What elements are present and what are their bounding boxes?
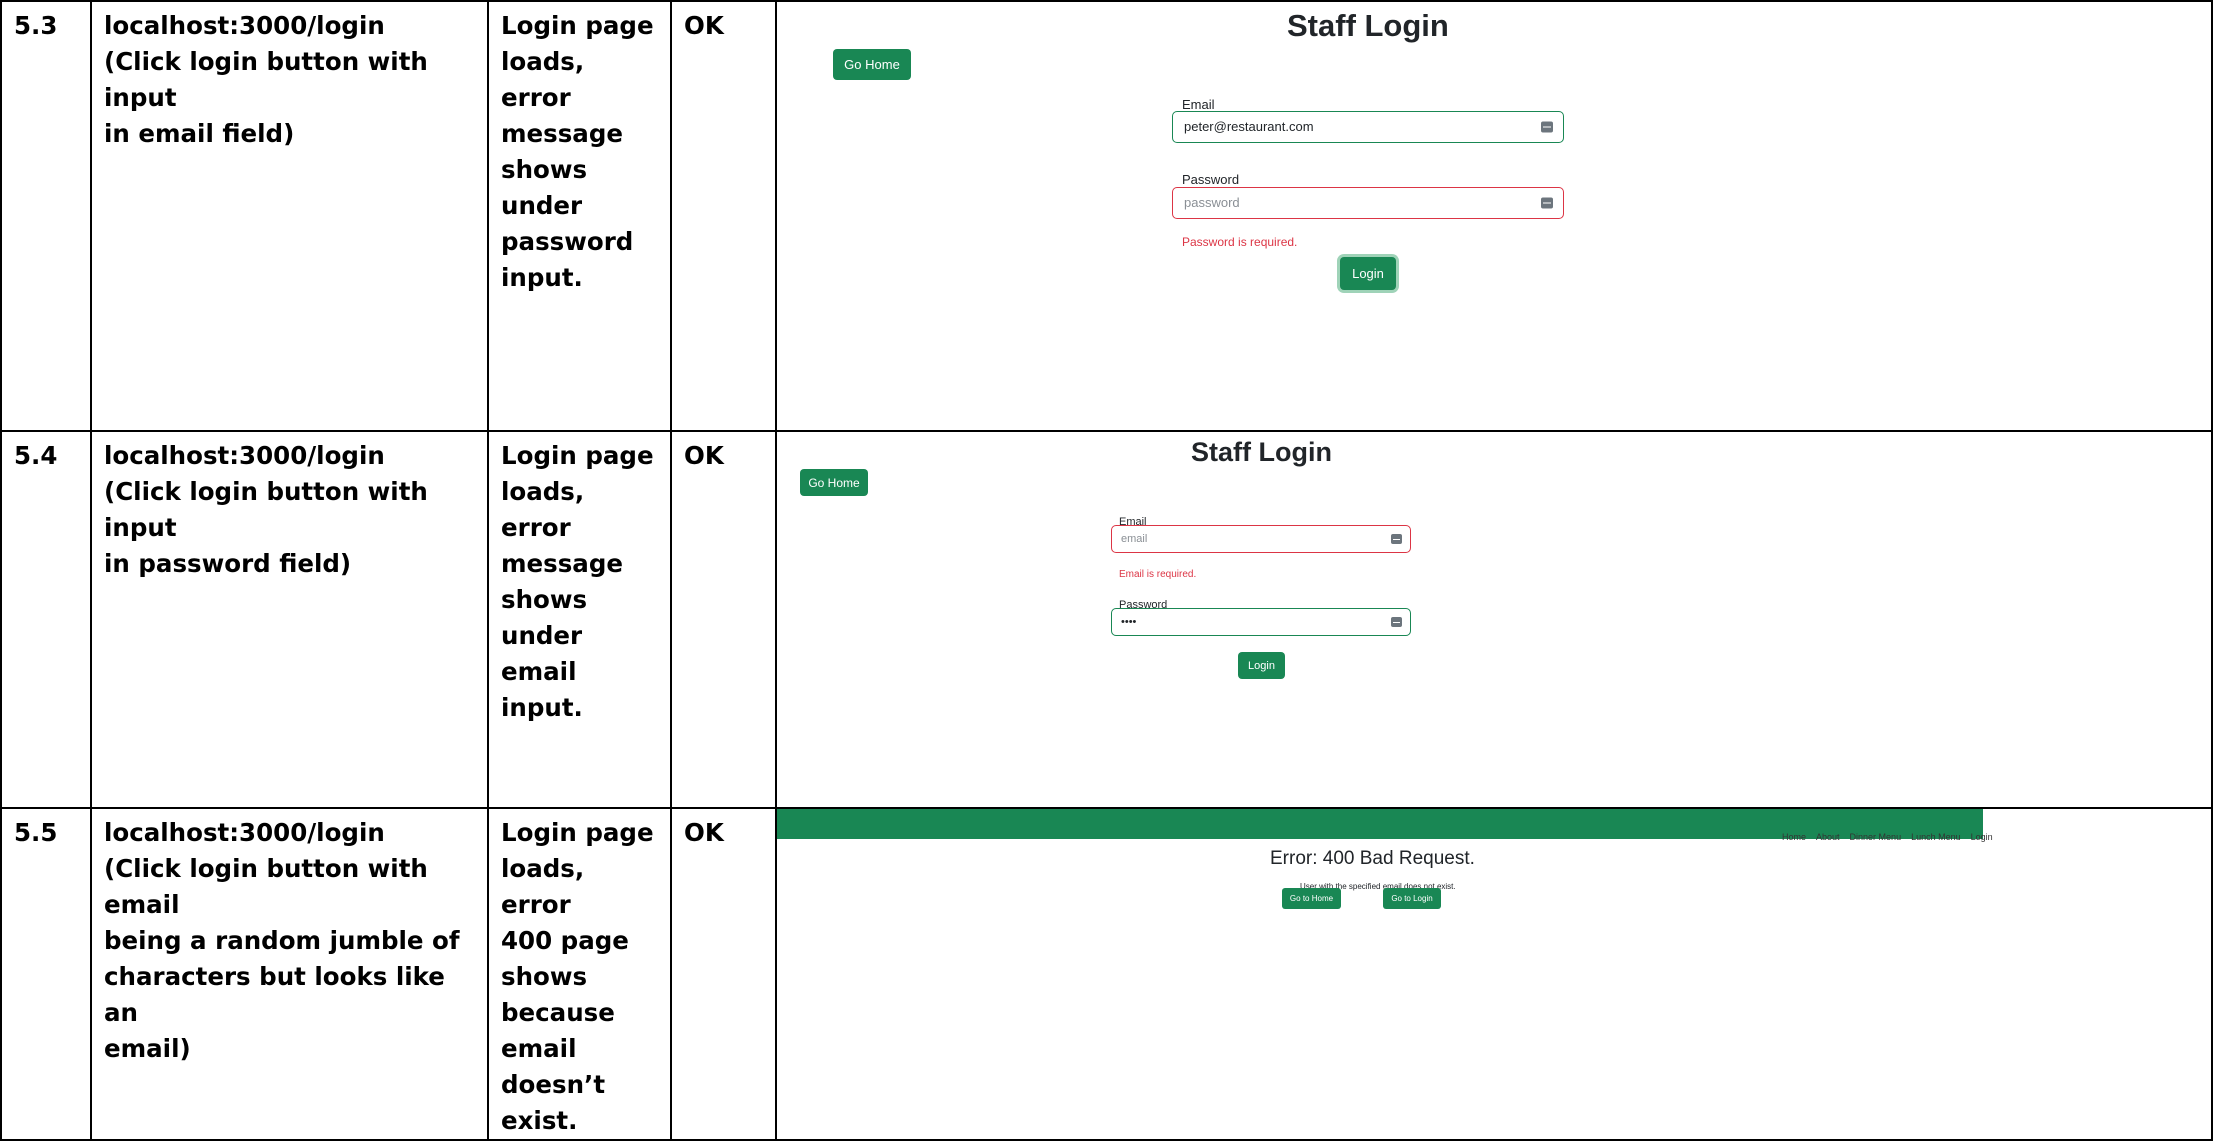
result-status: OK	[684, 818, 724, 847]
test-id-cell: 5.5	[0, 807, 92, 1141]
expected-line: shows	[501, 585, 588, 614]
password-error-text: Password is required.	[1182, 235, 1298, 249]
email-input[interactable]: email	[1111, 525, 1411, 553]
expected-line: exist.	[501, 1106, 578, 1135]
result-status: OK	[684, 441, 724, 470]
email-placeholder: email	[1121, 533, 1148, 545]
test-id-cell: 5.4	[0, 430, 92, 809]
go-to-home-button[interactable]: Go to Home	[1282, 888, 1341, 909]
expected-line: because	[501, 998, 615, 1027]
go-home-button[interactable]: Go Home	[800, 469, 868, 496]
expected-line: loads, error	[501, 47, 585, 112]
test-id: 5.3	[14, 11, 58, 40]
expected-line: input.	[501, 263, 583, 292]
actual-result-cell: OK	[670, 807, 777, 1141]
description-line: localhost:3000/login	[104, 11, 385, 40]
go-home-button[interactable]: Go Home	[833, 49, 911, 80]
expected-line: shows	[501, 962, 588, 991]
nav-link-lunch-menu[interactable]: Lunch Menu	[1911, 819, 1961, 855]
expected-line: email	[501, 1034, 577, 1063]
result-status: OK	[684, 11, 724, 40]
test-row-5-5: 5.5 localhost:3000/login (Click login bu…	[0, 807, 2213, 1141]
expected-line: message	[501, 549, 623, 578]
actual-result-cell: OK	[670, 430, 777, 809]
go-to-login-button[interactable]: Go to Login	[1383, 888, 1441, 909]
expected-line: Login page	[501, 11, 654, 40]
description-line: localhost:3000/login	[104, 818, 385, 847]
login-button[interactable]: Login	[1340, 257, 1396, 290]
screenshot-cell: Staff Login Go Home Email peter@restaura…	[775, 0, 2213, 432]
description-line: email)	[104, 1034, 191, 1063]
password-manager-icon	[1391, 617, 1402, 627]
password-manager-icon	[1541, 197, 1553, 209]
description-line: localhost:3000/login	[104, 441, 385, 470]
expected-result-cell: Login page loads, error message shows un…	[487, 430, 672, 809]
description-line: (Click login button with email	[104, 854, 428, 919]
test-description-cell: localhost:3000/login (Click login button…	[90, 430, 489, 809]
login-screenshot-email-error: Staff Login Go Home Email email Email is…	[778, 433, 2210, 806]
test-case-table: 5.3 localhost:3000/login (Click login bu…	[0, 0, 2213, 1141]
nav-link-home[interactable]: Home	[1782, 819, 1806, 855]
expected-line: shows	[501, 155, 588, 184]
test-id: 5.4	[14, 441, 58, 470]
expected-line: 400 page	[501, 926, 629, 955]
description-line: (Click login button with input	[104, 477, 428, 542]
page-title: Staff Login	[1191, 437, 1332, 467]
error-400-screenshot: Home About Dinner Menu Lunch Menu Login …	[778, 810, 2210, 1138]
test-id-cell: 5.3	[0, 0, 92, 432]
expected-line: under email	[501, 621, 583, 686]
description-line: (Click login button with input	[104, 47, 428, 112]
expected-line: loads, error	[501, 477, 585, 542]
expected-line: message	[501, 119, 623, 148]
password-manager-icon	[1391, 534, 1402, 544]
expected-line: under	[501, 191, 583, 220]
password-input[interactable]: ••••	[1111, 608, 1411, 636]
nav-links: Home About Dinner Menu Lunch Menu Login	[1782, 819, 1993, 855]
password-value: ••••	[1121, 616, 1137, 628]
test-description-cell: localhost:3000/login (Click login button…	[90, 0, 489, 432]
description-line: in password field)	[104, 549, 352, 578]
nav-link-about[interactable]: About	[1816, 819, 1840, 855]
expected-line: Login page	[501, 441, 654, 470]
description-line: characters but looks like an	[104, 962, 445, 1027]
description-line: in email field)	[104, 119, 295, 148]
test-row-5-4: 5.4 localhost:3000/login (Click login bu…	[0, 430, 2213, 809]
screenshot-cell: Home About Dinner Menu Lunch Menu Login …	[775, 807, 2213, 1141]
password-placeholder: password	[1184, 195, 1240, 210]
expected-line: password	[501, 227, 634, 256]
actual-result-cell: OK	[670, 0, 777, 432]
expected-result-cell: Login page loads, error message shows un…	[487, 0, 672, 432]
expected-line: doesn’t	[501, 1070, 606, 1099]
nav-link-dinner-menu[interactable]: Dinner Menu	[1850, 819, 1902, 855]
page-title: Staff Login	[1287, 8, 1449, 43]
email-value: peter@restaurant.com	[1184, 119, 1314, 134]
login-button[interactable]: Login	[1238, 652, 1285, 679]
expected-line: input.	[501, 693, 583, 722]
password-manager-icon	[1541, 121, 1553, 133]
expected-line: loads, error	[501, 854, 585, 919]
test-row-5-3: 5.3 localhost:3000/login (Click login bu…	[0, 0, 2213, 432]
expected-result-cell: Login page loads, error 400 page shows b…	[487, 807, 672, 1141]
screenshot-cell: Staff Login Go Home Email email Email is…	[775, 430, 2213, 809]
test-id: 5.5	[14, 818, 58, 847]
email-input[interactable]: peter@restaurant.com	[1172, 111, 1564, 143]
expected-line: Login page	[501, 818, 654, 847]
login-screenshot-password-error: Staff Login Go Home Email peter@restaura…	[778, 3, 2210, 429]
password-input[interactable]: password	[1172, 187, 1564, 219]
nav-link-login[interactable]: Login	[1971, 819, 1993, 855]
description-line: being a random jumble of	[104, 926, 460, 955]
test-description-cell: localhost:3000/login (Click login button…	[90, 807, 489, 1141]
